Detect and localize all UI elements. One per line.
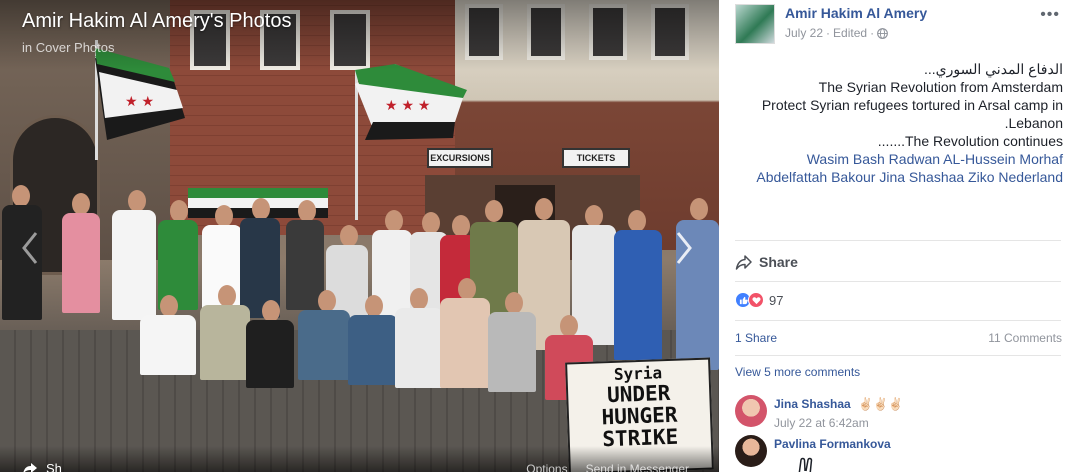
- avatar[interactable]: [735, 4, 775, 44]
- previous-photo-button[interactable]: [10, 225, 50, 271]
- author-name-link[interactable]: Amir Hakim Al Amery: [785, 5, 927, 21]
- meta-separator: ·: [826, 26, 831, 40]
- tagged-people-line-1[interactable]: Wasim Bash Radwan AL-Hussein Morhaf: [745, 150, 1063, 168]
- tagged-people-line-2[interactable]: Abdelfattah Bakour Jina Shashaa Ziko Ned…: [745, 168, 1063, 186]
- reaction-count: 97: [769, 292, 784, 308]
- comment-item: Jina Shashaa ✌🏻✌🏻✌🏻 July 22 at 6:42am: [735, 395, 903, 430]
- album-name-link[interactable]: in Cover Photos: [22, 40, 115, 55]
- share-button[interactable]: Share: [735, 254, 798, 270]
- post-meta: July 22 · Edited ·: [785, 26, 927, 40]
- comment-author-link[interactable]: Pavlina Formankova: [774, 437, 891, 451]
- album-owner-title[interactable]: Amir Hakim Al Amery's Photos: [22, 10, 291, 33]
- comment-body: Jina Shashaa ✌🏻✌🏻✌🏻 July 22 at 6:42am: [774, 395, 903, 430]
- globe-icon[interactable]: [877, 27, 888, 39]
- comments-count-link[interactable]: 11 Comments: [988, 331, 1062, 345]
- viewer-bottom-actions: Options Send in Messenger: [526, 462, 689, 472]
- post-options-button[interactable]: •••: [1040, 6, 1060, 24]
- post-author-header: Amir Hakim Al Amery July 22 · Edited ·: [735, 4, 927, 44]
- shares-count-link[interactable]: 1 Share: [735, 331, 777, 345]
- divider: [735, 355, 1061, 356]
- chevron-left-icon: [22, 232, 38, 264]
- comment-timestamp[interactable]: July 22 at 6:42am: [774, 416, 903, 430]
- share-label: Share: [759, 254, 798, 270]
- divider: [735, 281, 1061, 282]
- viewer-share-label: Sh: [46, 461, 62, 472]
- divider: [735, 320, 1061, 321]
- post-date[interactable]: July 22: [785, 26, 823, 40]
- comment-avatar[interactable]: [735, 395, 767, 427]
- photo-viewer[interactable]: EXCURSIONS TICKETS ★ ★ ★ ★ ★ Syria UNDER…: [0, 0, 719, 472]
- reactions-summary[interactable]: 97: [735, 292, 783, 308]
- post-message: الدفاع المدني السوري... The Syrian Revol…: [745, 60, 1063, 186]
- post-line-2: The Syrian Revolution from Amsterdam: [818, 79, 1063, 95]
- chevron-right-icon: [676, 232, 692, 264]
- view-more-comments-link[interactable]: View 5 more comments: [735, 365, 860, 379]
- peace-hand-icon: [798, 457, 813, 472]
- post-line-5: .......The Revolution continues: [877, 133, 1063, 149]
- meta-separator-2: ·: [870, 26, 875, 40]
- post-line-arabic: الدفاع المدني السوري...: [923, 61, 1063, 77]
- send-in-messenger-link[interactable]: Send in Messenger: [586, 462, 689, 472]
- post-line-4: .Lebanon: [1004, 115, 1063, 131]
- post-details-panel: Amir Hakim Al Amery July 22 · Edited · •…: [719, 0, 1077, 472]
- post-line-3: Protect Syrian refugees tortured in Arsa…: [761, 97, 1063, 113]
- viewer-share-control[interactable]: Sh: [22, 461, 62, 472]
- options-link[interactable]: Options: [526, 462, 567, 472]
- comment-avatar[interactable]: [735, 435, 767, 467]
- comment-author-link[interactable]: Jina Shashaa: [774, 397, 851, 411]
- next-photo-button[interactable]: [664, 225, 704, 271]
- edited-label[interactable]: Edited: [833, 26, 867, 40]
- love-icon: [748, 292, 764, 308]
- share-arrow-icon: [23, 462, 37, 472]
- comment-body: Pavlina Formankova: [774, 435, 891, 472]
- divider: [735, 240, 1061, 241]
- comment-item: Pavlina Formankova: [735, 435, 891, 472]
- share-icon: [735, 255, 752, 270]
- engagement-counts: 1 Share 11 Comments: [735, 331, 1062, 345]
- author-info: Amir Hakim Al Amery July 22 · Edited ·: [785, 5, 927, 44]
- comment-text: ✌🏻✌🏻✌🏻: [858, 397, 903, 411]
- poster-line-2: UNDER HUNGER: [601, 380, 678, 430]
